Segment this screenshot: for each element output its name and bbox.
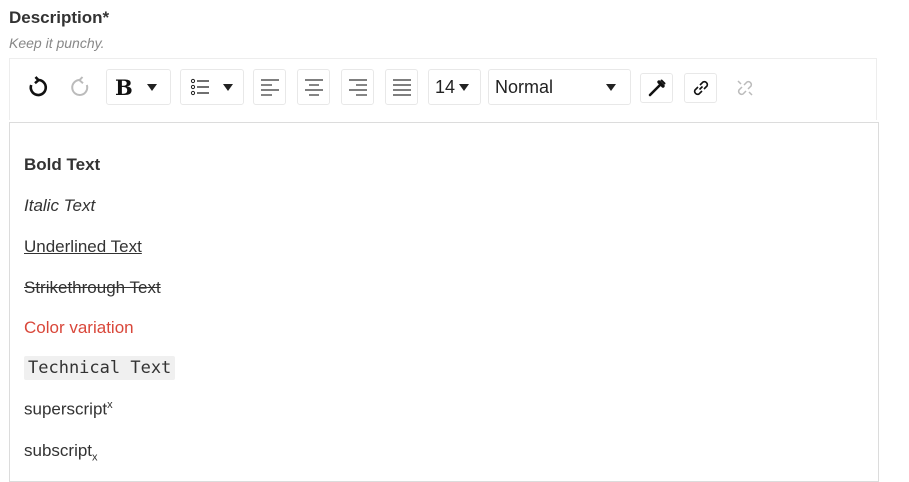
font-size-dropdown[interactable]: 14 — [428, 69, 481, 105]
chevron-down-icon — [223, 83, 233, 91]
unlink-icon — [736, 80, 753, 96]
bold-icon: B — [115, 74, 133, 100]
align-left-button[interactable] — [253, 69, 286, 105]
align-justify-button[interactable] — [385, 69, 418, 105]
align-right-icon — [348, 79, 367, 96]
insert-link-button[interactable] — [684, 73, 717, 103]
field-label: Description* — [9, 8, 110, 27]
chevron-down-icon — [459, 83, 470, 91]
text-color-button[interactable] — [640, 73, 673, 103]
align-right-button[interactable] — [341, 69, 374, 105]
eyedropper-icon — [648, 79, 665, 97]
bold-text-line: Bold Text — [24, 155, 101, 174]
redo-icon — [71, 76, 89, 96]
block-style-value: Normal — [495, 76, 554, 97]
bulleted-list-icon — [190, 78, 209, 96]
undo-icon — [29, 76, 48, 97]
field-hint: Keep it punchy. — [9, 35, 105, 51]
superscript-line: superscriptx — [24, 399, 113, 420]
list-dropdown[interactable] — [180, 69, 244, 105]
editor-toolbar: B 14 Normal — [9, 58, 877, 120]
subscript-mark: x — [92, 451, 98, 464]
font-size-value: 14 — [435, 76, 456, 97]
chevron-down-icon — [146, 83, 157, 91]
technical-text-line: Technical Text — [24, 356, 176, 380]
align-center-button[interactable] — [297, 69, 330, 105]
code-span: Technical Text — [24, 356, 176, 380]
superscript-mark: x — [107, 399, 113, 411]
superscript-base: superscript — [24, 399, 108, 419]
color-text-line: Color variation — [24, 318, 134, 337]
underlined-text-line: Underlined Text — [24, 237, 142, 256]
editor-content-area[interactable]: Bold Text Italic Text Underlined Text St… — [9, 122, 879, 482]
align-center-icon — [304, 79, 323, 96]
redo-button[interactable] — [62, 69, 98, 105]
align-justify-icon — [392, 79, 411, 96]
text-style-dropdown[interactable]: B — [106, 69, 171, 105]
subscript-base: subscript — [24, 441, 93, 460]
remove-link-button[interactable] — [728, 73, 761, 103]
subscript-line: subscriptx — [24, 441, 98, 463]
italic-text-line: Italic Text — [24, 196, 96, 215]
chevron-down-icon — [606, 84, 616, 91]
link-icon — [693, 80, 708, 96]
align-left-icon — [260, 79, 279, 96]
strikethrough-text-line: Strikethrough Text — [24, 278, 161, 297]
undo-button[interactable] — [20, 69, 56, 105]
block-style-dropdown[interactable]: Normal — [488, 69, 631, 105]
